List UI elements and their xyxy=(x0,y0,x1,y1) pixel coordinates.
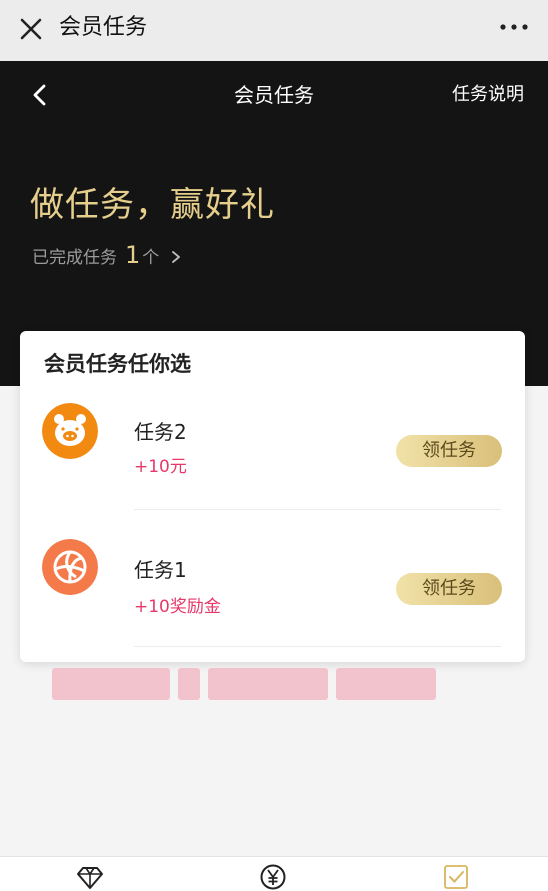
more-icon[interactable] xyxy=(496,12,532,42)
chevron-right-icon xyxy=(172,250,181,263)
task-item: 任务2 +10元 领任务 xyxy=(20,383,525,513)
claim-task-button[interactable]: 领任务 xyxy=(396,573,502,605)
diamond-icon[interactable] xyxy=(76,863,104,891)
divider xyxy=(134,646,501,647)
task-reward: +10元 xyxy=(134,457,187,477)
completed-unit: 个 xyxy=(142,248,160,268)
window-title: 会员任务 xyxy=(59,15,148,40)
yen-icon[interactable] xyxy=(259,863,287,891)
redacted-block xyxy=(178,668,200,700)
volleyball-icon xyxy=(42,539,98,595)
redacted-block xyxy=(52,668,170,700)
completed-tasks-link[interactable]: 已完成任务 1 个 xyxy=(32,241,183,272)
card-title: 会员任务任你选 xyxy=(44,352,191,376)
app-topbar: 会员任务 xyxy=(0,0,548,61)
task-reward: +10奖励金 xyxy=(134,597,221,617)
redacted-text xyxy=(52,660,462,708)
task-name: 任务1 xyxy=(134,558,187,582)
hero-headline: 做任务，赢好礼 xyxy=(30,185,275,225)
checkbox-icon[interactable] xyxy=(442,863,470,891)
close-icon[interactable] xyxy=(16,14,46,44)
completed-count: 1 xyxy=(125,241,141,269)
task-help-link[interactable]: 任务说明 xyxy=(452,81,524,109)
task-item: 任务1 +10奖励金 领任务 xyxy=(20,521,525,651)
claim-task-button[interactable]: 领任务 xyxy=(396,435,502,467)
redacted-block xyxy=(208,668,328,700)
task-name: 任务2 xyxy=(134,420,187,444)
pig-icon xyxy=(42,403,98,459)
task-card: 会员任务任你选 任务2 +10元 领任务 任务1 +10奖励金 领任务 xyxy=(20,331,525,662)
redacted-block xyxy=(336,668,436,700)
divider xyxy=(134,509,501,510)
completed-label: 已完成任务 xyxy=(32,248,117,268)
bottom-tabbar xyxy=(0,856,548,891)
